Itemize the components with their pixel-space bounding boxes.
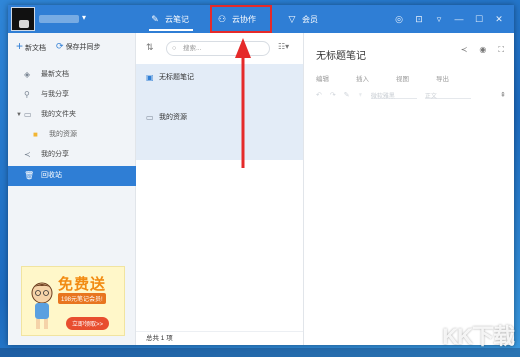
- watermark: KK下载: [442, 324, 515, 349]
- format-toolbar: ↶ ↷ ✎ ♆ 微软雅黑 正文 ⇞: [316, 89, 506, 101]
- skin-icon[interactable]: ◎: [394, 14, 404, 25]
- menu-icon[interactable]: ▿: [434, 14, 444, 25]
- note-list-panel: ⇅ ○ 搜索... ☷▾ ▣ 无标题笔记 ▭ 我的资源 总共 1 项: [136, 33, 304, 345]
- person-icon: ⚲: [24, 90, 30, 99]
- paragraph-select[interactable]: 正文: [424, 91, 471, 100]
- annotation-highlight-box: [210, 5, 272, 33]
- diamond-icon: ▽: [288, 14, 296, 24]
- title-bar: ▾ ✎ 云笔记 ⚇ 云协作 ▽ 会员 ◎ ⊡ ▿ — ☐ ✕: [8, 5, 514, 33]
- expand-arrow-icon[interactable]: ▼: [16, 105, 22, 125]
- close-icon[interactable]: ✕: [494, 14, 504, 25]
- sidebar-item-label: 与我分享: [41, 91, 69, 98]
- chevron-down-icon[interactable]: ▾: [82, 13, 86, 22]
- avatar-face: [19, 20, 29, 28]
- new-doc-label: 新文档: [25, 45, 47, 52]
- layers-icon: ◈: [24, 70, 31, 79]
- menu-view[interactable]: 视图: [396, 73, 436, 83]
- tab-cloud-notes[interactable]: ✎ 云笔记: [149, 5, 193, 33]
- menu-insert[interactable]: 插入: [356, 73, 396, 83]
- lock-icon[interactable]: ⊡: [414, 14, 424, 25]
- list-item[interactable]: ▭ 我的资源: [136, 108, 303, 128]
- promo-banner[interactable]: 免费送 198元笔记会员! 立即领取>>: [21, 266, 125, 336]
- tab-label: 会员: [302, 15, 318, 24]
- folder-outline-icon: ▭: [24, 110, 32, 119]
- tab-member[interactable]: ▽ 会员: [286, 5, 318, 33]
- maximize-icon[interactable]: ☐: [474, 14, 484, 25]
- sidebar-item-recycle-bin[interactable]: 🗑 回收站: [8, 166, 136, 186]
- share-icon: ≺: [24, 150, 31, 159]
- sidebar-item-my-folders[interactable]: ▼ ▭ 我的文件夹: [8, 105, 136, 125]
- editor-panel: 无标题笔记 ≺ ◉ ⛶ 编辑 插入 视图 导出 ↶ ↷ ✎ ♆ 微软雅黑 正文 …: [304, 33, 514, 345]
- avatar[interactable]: [11, 7, 35, 31]
- note-title[interactable]: 无标题笔记: [316, 47, 366, 62]
- note-icon: ▣: [146, 73, 154, 82]
- plus-icon: +: [16, 39, 24, 53]
- undo-icon[interactable]: ↶: [316, 91, 322, 99]
- sync-button[interactable]: ⟳ 保存并同步: [56, 41, 101, 52]
- redo-icon[interactable]: ↷: [330, 91, 336, 99]
- promo-title: 免费送: [58, 276, 107, 293]
- brush-icon[interactable]: ✎: [344, 91, 350, 99]
- sync-label: 保存并同步: [65, 44, 101, 51]
- search-placeholder: 搜索...: [183, 45, 202, 52]
- sidebar-item-label: 我的分享: [41, 151, 69, 158]
- menu-export[interactable]: 导出: [436, 73, 476, 83]
- promo-subtitle: 198元笔记会员!: [58, 293, 106, 304]
- app-window: ▾ ✎ 云笔记 ⚇ 云协作 ▽ 会员 ◎ ⊡ ▿ — ☐ ✕ + 新文档 ⟳ 保存并同步 …: [8, 5, 514, 345]
- view-mode-icon[interactable]: ☷▾: [278, 42, 289, 51]
- sidebar-toolbar: + 新文档 ⟳ 保存并同步: [16, 40, 101, 53]
- folder-outline-icon: ▭: [146, 113, 154, 122]
- window-controls: ◎ ⊡ ▿ — ☐ ✕: [394, 5, 504, 33]
- sidebar-item-label: 回收站: [41, 172, 62, 179]
- sidebar-item-label: 我的文件夹: [41, 111, 76, 118]
- search-icon: ○: [172, 45, 177, 52]
- list-count-footer: 总共 1 项: [136, 331, 303, 345]
- username-blurred[interactable]: [39, 15, 79, 23]
- sidebar-item-label: 最新文档: [41, 71, 69, 78]
- format-painter-icon[interactable]: ♆: [358, 92, 363, 99]
- trash-icon: 🗑: [24, 171, 35, 180]
- sidebar-item-my-resources[interactable]: ■ 我的资源: [8, 125, 136, 145]
- minimize-icon[interactable]: —: [454, 14, 464, 24]
- folder-icon: ■: [33, 130, 38, 139]
- sort-icon[interactable]: ⇅: [146, 42, 154, 53]
- sidebar-item-label: 我的资源: [49, 131, 77, 138]
- list-item[interactable]: ▣ 无标题笔记: [136, 68, 303, 88]
- list-item-label: 无标题笔记: [159, 74, 194, 81]
- share-icon[interactable]: ≺: [461, 45, 468, 55]
- fullscreen-icon[interactable]: ⛶: [498, 45, 504, 55]
- search-input[interactable]: ○ 搜索...: [166, 41, 270, 56]
- menu-edit[interactable]: 编辑: [316, 73, 356, 83]
- list-item-label: 我的资源: [159, 114, 187, 121]
- sidebar: + 新文档 ⟳ 保存并同步 ◈ 最新文档 ⚲ 与我分享 ▼ ▭ 我的文件夹 ■ 我的…: [8, 33, 136, 345]
- cartoon-kid-icon: [31, 282, 53, 329]
- list-toolbar: ⇅ ○ 搜索... ☷▾: [136, 33, 304, 63]
- sidebar-item-shared-with-me[interactable]: ⚲ 与我分享: [8, 85, 136, 105]
- list-content: ▣ 无标题笔记 ▭ 我的资源: [136, 64, 303, 160]
- font-family-select[interactable]: 微软雅黑: [370, 91, 417, 100]
- new-doc-button[interactable]: + 新文档: [16, 40, 46, 53]
- promo-claim-button[interactable]: 立即领取>>: [66, 317, 110, 330]
- history-icon[interactable]: ◉: [479, 45, 486, 55]
- pencil-icon: ✎: [151, 14, 159, 24]
- tab-label: 云笔记: [165, 15, 189, 24]
- sidebar-item-recent[interactable]: ◈ 最新文档: [8, 65, 136, 85]
- sync-icon: ⟳: [56, 41, 64, 51]
- sidebar-item-my-shares[interactable]: ≺ 我的分享: [8, 145, 136, 165]
- editor-menu: 编辑 插入 视图 导出: [316, 73, 476, 83]
- editor-actions: ≺ ◉ ⛶: [461, 45, 504, 55]
- collapse-toolbar-icon[interactable]: ⇞: [500, 91, 506, 99]
